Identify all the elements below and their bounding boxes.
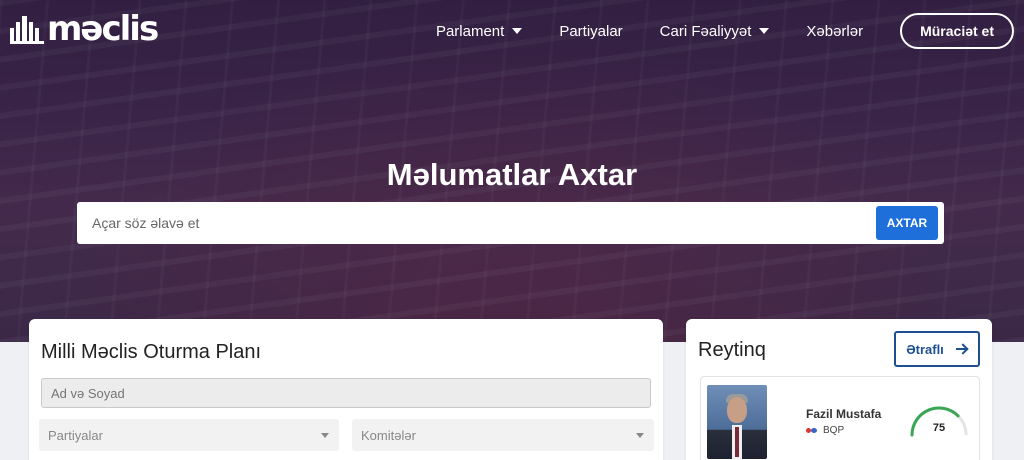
mp-rating-item[interactable]: Fazil Mustafa BQP 75 [700,376,980,460]
nav-item-cari-fealiyyet[interactable]: Cari Fəaliyyət [660,23,770,40]
committees-select[interactable]: Komitələr [352,419,654,451]
search-input[interactable] [77,202,876,244]
arrow-right-icon [955,344,968,354]
mp-party-label: BQP [823,425,845,436]
score-value: 75 [932,422,946,434]
mp-name: Fazil Mustafa [806,407,882,421]
parties-select[interactable]: Partiyalar [39,419,339,451]
nav-item-label: Partiyalar [559,22,623,40]
nav-item-xeberler[interactable]: Xəbərlər [806,23,863,40]
parties-select-value: Partiyalar [48,427,103,443]
mp-photo [707,385,767,459]
hero-title: Məlumatlar Axtar [386,157,638,192]
rating-card: Reytinq Ətraflı Fazil Mustafa BQP 75 [686,319,992,460]
caret-down-icon [759,28,770,34]
more-button-label: Ətraflı [906,341,944,357]
name-search-input[interactable] [41,378,651,408]
logo-text: məclis [47,9,159,49]
chevron-down-icon [636,433,644,438]
site-logo[interactable]: məclis [10,9,159,49]
nav-item-label: Cari Fəaliyyət [659,22,752,40]
seating-plan-title: Milli Məclis Oturma Planı [41,341,262,363]
nav-item-partiyalar[interactable]: Partiyalar [559,23,622,40]
main-nav: Parlament Partiyalar Cari Fəaliyyət Xəbə… [436,13,1014,49]
rating-title: Reytinq [698,339,766,361]
nav-item-label: Parlament [435,22,505,40]
search-button[interactable]: AXTAR [876,206,938,240]
caret-down-icon [512,28,523,34]
search-bar: AXTAR [77,202,944,244]
more-button[interactable]: Ətraflı [894,331,980,367]
hero-banner: məclis Parlament Partiyalar Cari Fəaliyy… [0,0,1024,342]
mp-party: BQP [806,425,844,436]
apply-button[interactable]: Müraciət et [900,13,1014,49]
nav-item-label: Xəbərlər [806,22,864,40]
committees-select-value: Komitələr [361,427,416,443]
parliament-building-icon [10,14,44,44]
seating-plan-card: Milli Məclis Oturma Planı Partiyalar Kom… [29,319,663,460]
nav-item-parlament[interactable]: Parlament [435,22,523,40]
party-logo-icon [806,427,818,434]
chevron-down-icon [321,433,329,438]
